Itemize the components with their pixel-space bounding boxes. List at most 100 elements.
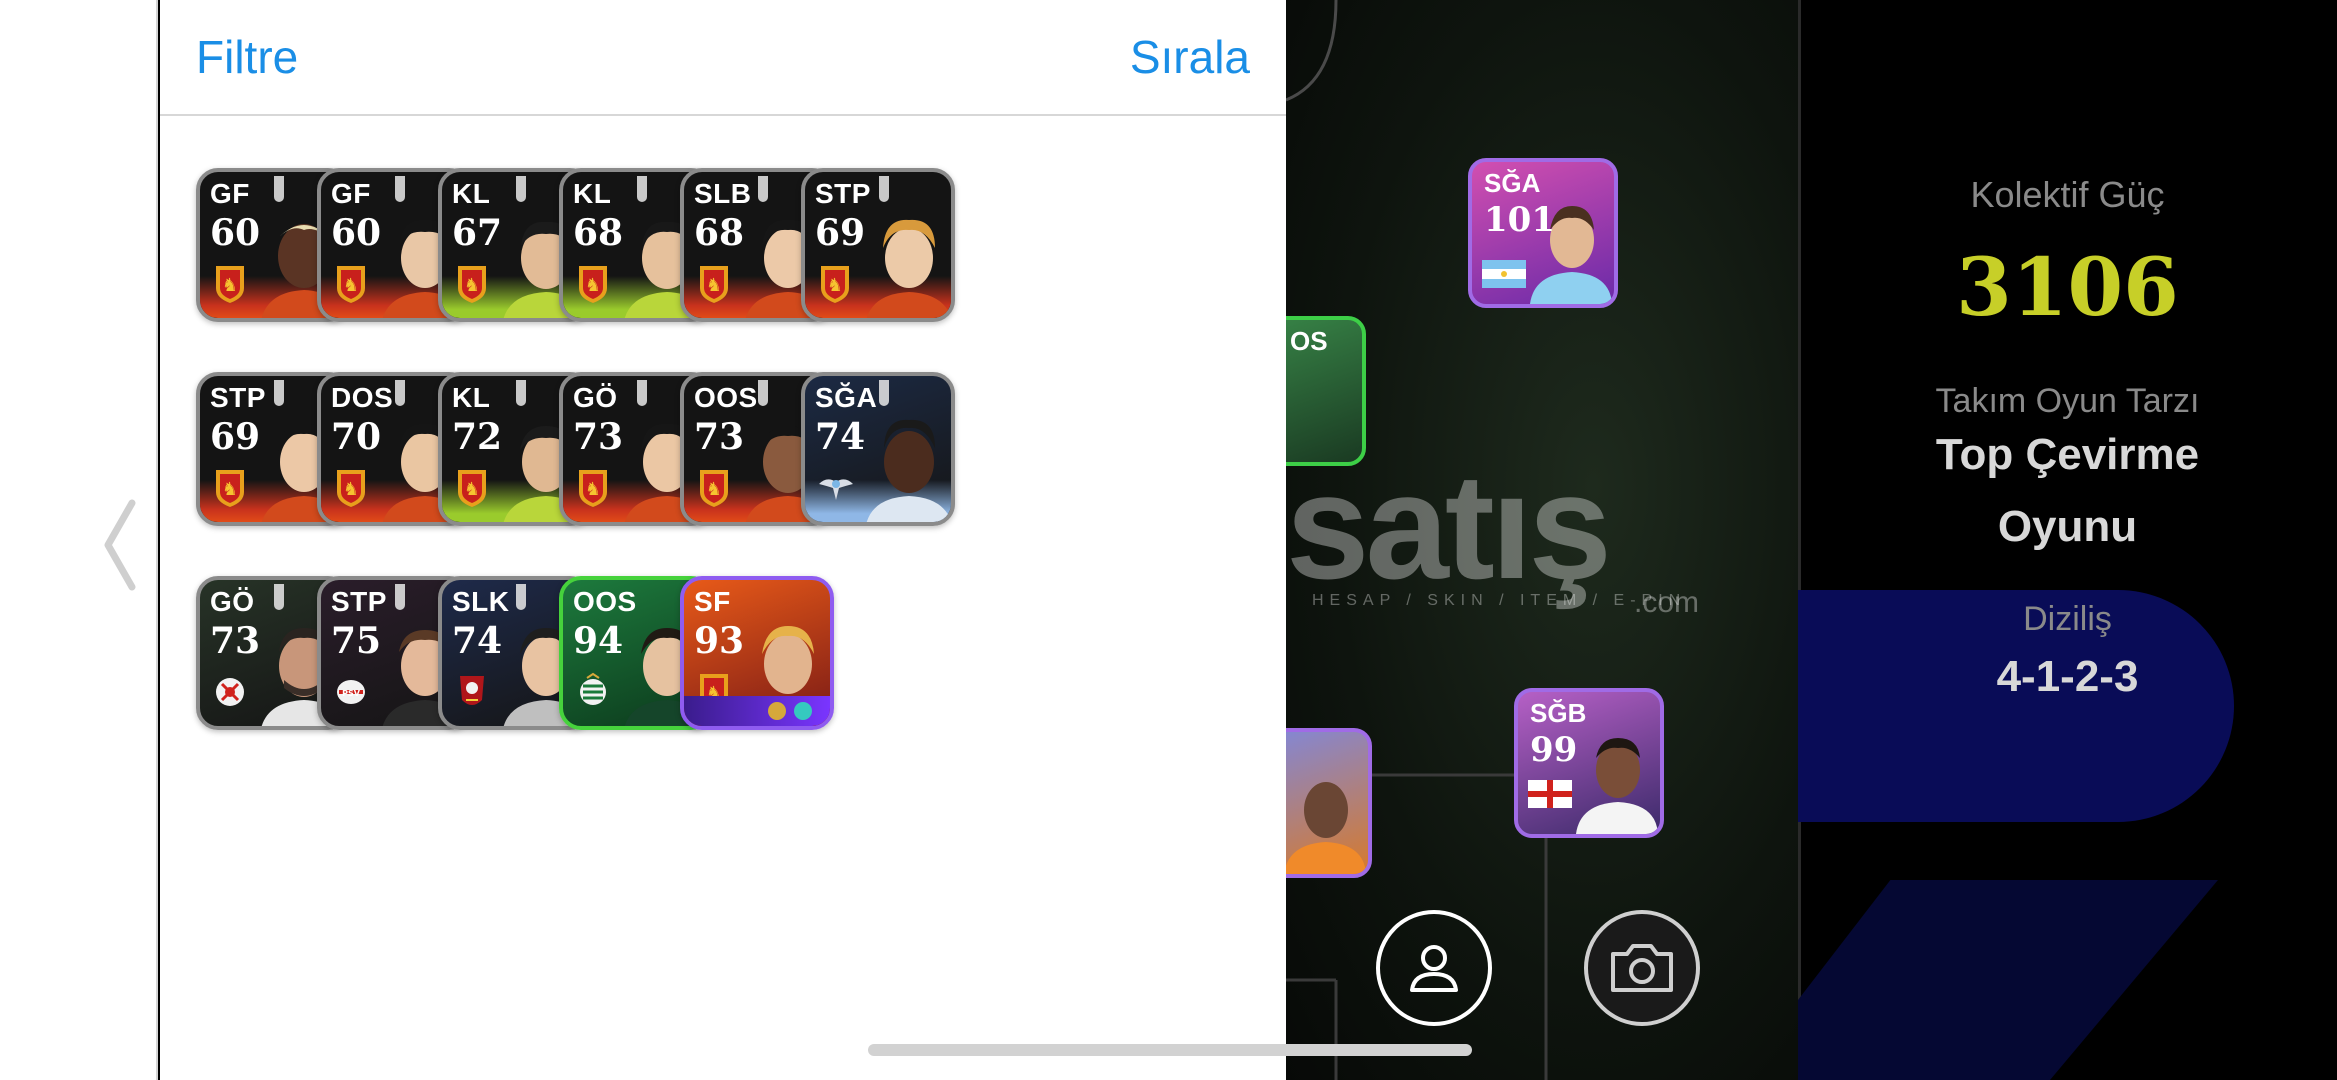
card-rating: 60: [210, 212, 261, 254]
svg-text:♞: ♞: [585, 479, 601, 500]
card-skill-strip: [684, 696, 830, 726]
player-card[interactable]: ♞ STP 69: [801, 168, 955, 322]
skill-badge-icon: [794, 702, 812, 720]
card-sheen: [879, 176, 889, 202]
sort-button[interactable]: Sırala: [1130, 30, 1250, 84]
player-portrait-icon: [1286, 782, 1366, 874]
svg-text:♞: ♞: [464, 275, 480, 296]
card-position: SĞA: [815, 382, 878, 413]
card-sheen: [879, 380, 889, 406]
card-rating: 72: [452, 416, 503, 458]
home-indicator[interactable]: [868, 1044, 1472, 1056]
formation-value: 4-1-2-3: [1996, 652, 2139, 701]
card-rating: 94: [573, 620, 624, 662]
club-crest-icon: [460, 676, 484, 705]
side-margin: [0, 0, 158, 1080]
camera-icon: [1611, 944, 1673, 992]
card-sheen: [758, 380, 768, 406]
card-rating: 69: [815, 212, 866, 254]
card-sheen: [516, 584, 526, 610]
card-rating: 68: [694, 212, 745, 254]
field-player-card[interactable]: [1286, 728, 1372, 878]
card-rating: 75: [331, 620, 382, 662]
card-sheen: [637, 176, 647, 202]
card-position: SĞB: [1530, 698, 1587, 728]
club-crest-icon: [216, 678, 244, 706]
formation-field: OS SĞA 101 SĞB 99: [1286, 0, 1798, 1080]
club-crest-icon: ♞: [700, 470, 728, 507]
card-rating: 73: [573, 416, 624, 458]
club-crest-icon: ♞: [700, 266, 728, 303]
team-power-label: Kolektif Güç: [1970, 174, 2165, 215]
card-position: SLB: [694, 178, 752, 209]
card-position: OS: [1290, 326, 1328, 356]
field-player-card[interactable]: SĞA 101: [1468, 158, 1618, 308]
card-rating: 69: [210, 416, 261, 458]
team-playstyle-value: Top Çevirme: [1935, 430, 2200, 479]
card-rating: 70: [331, 416, 382, 458]
profile-button[interactable]: [1376, 910, 1492, 1026]
decorative-shape: [1798, 880, 2218, 1080]
player-card-featured[interactable]: ♞ SF 93: [680, 576, 834, 730]
panel-header: Filtre Sırala: [160, 0, 1286, 116]
club-crest-icon: ♞: [216, 266, 244, 303]
card-rating: 68: [573, 212, 624, 254]
camera-button[interactable]: [1584, 910, 1700, 1026]
player-portrait-icon: [866, 219, 951, 318]
card-sheen: [274, 584, 284, 610]
card-rating: 60: [331, 212, 382, 254]
player-list-panel: Filtre Sırala ♞ GF 60 ♞ GF 60 ♞ KL 67 ♞ …: [160, 0, 1286, 1080]
team-info-panel: Kolektif Güç 3106 Takım Oyun Tarzı Top Ç…: [1798, 0, 2337, 1080]
svg-text:♞: ♞: [585, 275, 601, 296]
card-position: OOS: [573, 586, 637, 617]
card-rating: 67: [452, 212, 503, 254]
svg-text:♞: ♞: [706, 479, 722, 500]
card-sheen: [274, 380, 284, 406]
card-position: KL: [452, 178, 491, 209]
filter-button[interactable]: Filtre: [196, 30, 298, 84]
eagle-crest-icon: [819, 479, 853, 500]
card-rating: 101: [1484, 200, 1555, 240]
team-playstyle-value-line2: Oyunu: [1997, 502, 2138, 551]
card-position: GF: [331, 178, 371, 209]
field-player-card[interactable]: SĞB 99: [1514, 688, 1664, 838]
club-crest-icon: ♞: [579, 266, 607, 303]
card-position: SF: [694, 586, 731, 617]
card-sheen: [274, 176, 284, 202]
club-crest-icon: ♞: [458, 266, 486, 303]
card-position: STP: [815, 178, 871, 209]
back-chevron-icon[interactable]: [92, 490, 148, 600]
skill-badge-icon: [768, 702, 786, 720]
card-sheen: [395, 380, 405, 406]
card-rating: 93: [694, 620, 745, 662]
svg-text:♞: ♞: [706, 275, 722, 296]
player-portrait-icon: [1576, 738, 1658, 834]
card-position: KL: [452, 382, 491, 413]
player-card[interactable]: SĞA 74: [801, 372, 955, 526]
argentina-flag-icon: [1482, 260, 1526, 288]
card-rating: 74: [452, 620, 503, 662]
svg-text:PSV: PSV: [342, 689, 361, 698]
club-crest-icon: ♞: [579, 470, 607, 507]
card-sheen: [758, 176, 768, 202]
person-icon: [1410, 945, 1458, 992]
field-player-card[interactable]: OS: [1286, 316, 1366, 466]
svg-text:♞: ♞: [464, 479, 480, 500]
card-position: SLK: [452, 586, 510, 617]
club-crest-icon: ♞: [458, 470, 486, 507]
team-playstyle-label: Takım Oyun Tarzı: [1935, 382, 2200, 420]
player-portrait-icon: [866, 419, 951, 522]
card-sheen: [516, 176, 526, 202]
club-crest-icon: ♞: [821, 266, 849, 303]
formation-label: Diziliş: [2023, 600, 2112, 638]
card-position: GÖ: [573, 382, 618, 413]
card-position: GÖ: [210, 586, 255, 617]
england-flag-icon: [1528, 780, 1572, 808]
card-sheen: [516, 380, 526, 406]
card-position: STP: [210, 382, 266, 413]
card-rating: 99: [1530, 730, 1578, 770]
card-sheen: [637, 380, 647, 406]
svg-text:♞: ♞: [827, 275, 843, 296]
svg-text:♞: ♞: [343, 479, 359, 500]
card-rating: 74: [815, 416, 866, 458]
